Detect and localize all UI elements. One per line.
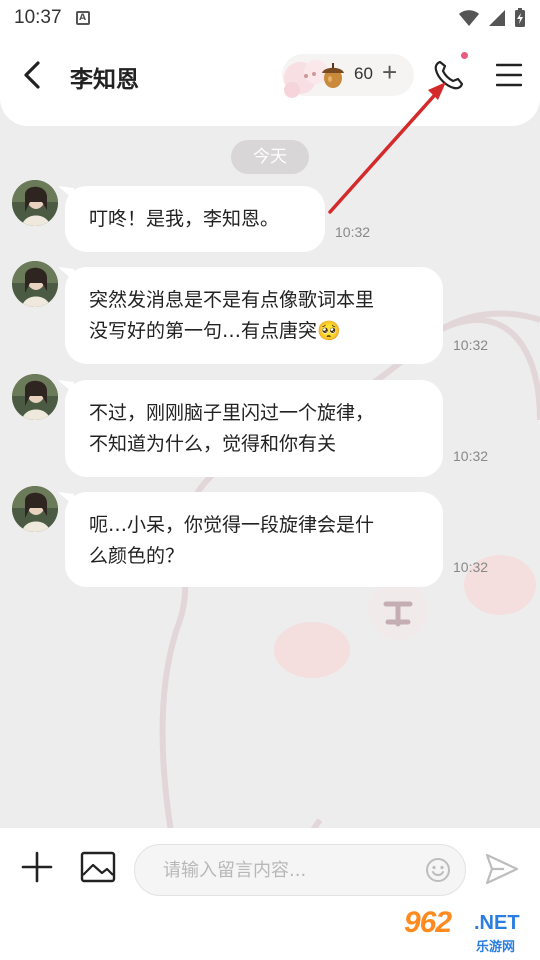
avatar[interactable] xyxy=(12,374,58,420)
message-text: 呃…小呆，你觉得一段旋律会是什 xyxy=(89,514,375,536)
signal-icon xyxy=(489,10,505,26)
message-text: 不知道为什么，觉得和你有关 xyxy=(89,433,337,455)
message-bubble: 叮咚！是我，李知恩。 xyxy=(65,186,325,252)
message-text: 叮咚！是我，李知恩。 xyxy=(89,208,280,230)
phone-icon[interactable] xyxy=(432,58,466,92)
acorn-balance-button[interactable]: 60 + xyxy=(282,54,414,98)
message-time: 10:32 xyxy=(453,559,489,575)
chat-message: 呃…小呆，你觉得一段旋律会是什 么颜色的？ 10:32 xyxy=(0,486,540,591)
avatar[interactable] xyxy=(12,486,58,532)
message-time: 10:32 xyxy=(335,224,371,240)
chat-message: 突然发消息是不是有点像歌词本里 没写好的第一句…有点唐突🥺 10:32 xyxy=(0,261,540,366)
message-text: 么颜色的？ xyxy=(89,545,185,567)
message-time: 10:32 xyxy=(453,448,489,464)
chat-message: 叮咚！是我，李知恩。 10:32 xyxy=(0,180,540,255)
message-bubble: 突然发消息是不是有点像歌词本里 没写好的第一句…有点唐突🥺 xyxy=(65,267,443,364)
notification-dot xyxy=(461,52,468,59)
app-notification-icon: A xyxy=(75,11,90,25)
send-icon[interactable] xyxy=(484,852,520,886)
message-text: 突然发消息是不是有点像歌词本里 xyxy=(89,289,375,311)
watermark-suffix: .NET xyxy=(474,912,520,934)
wifi-icon xyxy=(459,10,479,26)
menu-icon[interactable] xyxy=(496,62,522,88)
battery-charging-icon xyxy=(515,8,525,27)
add-icon[interactable] xyxy=(20,850,54,884)
emoji-icon[interactable] xyxy=(425,857,451,883)
acorn-icon xyxy=(322,63,344,88)
watermark-sub: 乐游网 xyxy=(476,940,516,955)
status-icons xyxy=(458,8,526,28)
message-text: 不过，刚刚脑子里闪过一个旋律， xyxy=(89,402,375,424)
message-bubble: 呃…小呆，你觉得一段旋律会是什 么颜色的？ xyxy=(65,492,443,587)
message-input[interactable] xyxy=(134,844,466,896)
add-acorn-icon[interactable]: + xyxy=(382,57,397,88)
chat-message: 不过，刚刚脑子里闪过一个旋律， 不知道为什么，觉得和你有关 10:32 xyxy=(0,374,540,479)
message-bubble: 不过，刚刚脑子里闪过一个旋律， 不知道为什么，觉得和你有关 xyxy=(65,380,443,477)
status-bar: 10:37 A xyxy=(0,0,540,36)
acorn-count: 60 xyxy=(354,64,373,83)
message-time: 10:32 xyxy=(453,337,489,353)
watermark-main: 962 xyxy=(404,906,452,939)
avatar[interactable] xyxy=(12,180,58,226)
back-icon[interactable] xyxy=(18,58,48,92)
chat-header: 李知恩 60 + xyxy=(0,36,540,126)
avatar[interactable] xyxy=(12,261,58,307)
status-time: 10:37 xyxy=(14,7,62,28)
date-divider: 今天 xyxy=(231,140,309,174)
image-icon[interactable] xyxy=(80,851,116,883)
chat-title: 李知恩 xyxy=(70,67,139,93)
watermark-logo: 962 .NET 乐游网 xyxy=(398,906,536,956)
message-text: 没写好的第一句…有点唐突🥺 xyxy=(89,320,341,342)
